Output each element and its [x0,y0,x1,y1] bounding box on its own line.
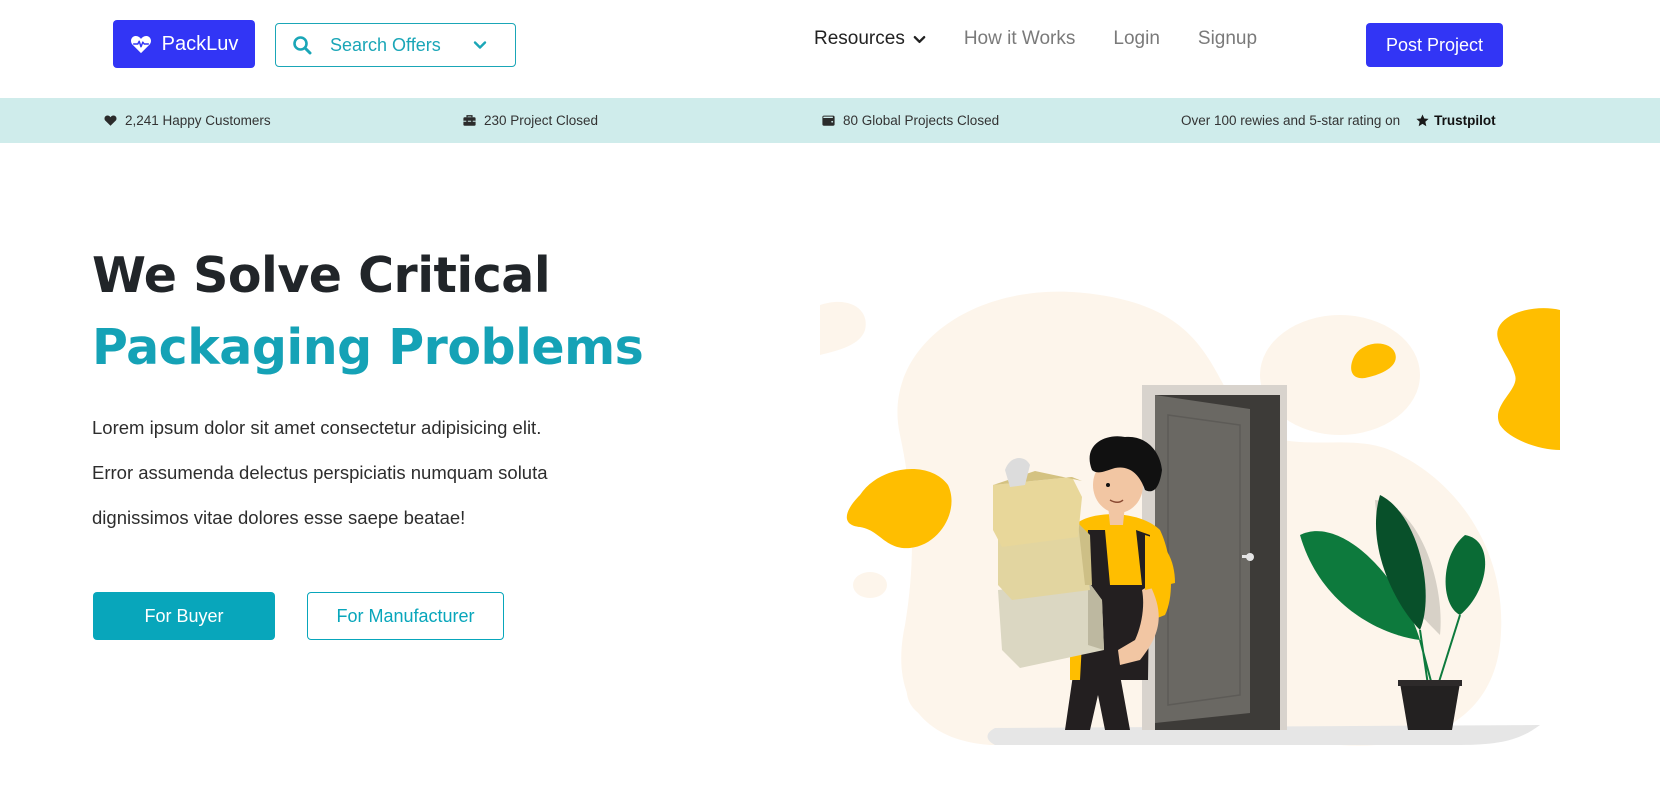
stat-rating-text: Over 100 rewies and 5-star rating on [1181,113,1401,128]
hero-title-line2: Packaging Problems [92,319,644,376]
hero-text-line1: Lorem ipsum dolor sit amet consectetur a… [92,417,542,438]
hero-title: We Solve Critical Packaging Problems [92,240,644,384]
cream-small-blob-left [820,301,866,355]
stat-project-closed-text: 230 Project Closed [484,113,599,128]
person-eye [1106,483,1110,487]
hero-text-line3: dignissimos vitae dolores esse saepe bea… [92,507,466,528]
brand-logo-button[interactable]: PackLuv [113,20,255,68]
delivery-person-illustration [820,291,1560,746]
box-top [993,477,1082,547]
stat-global-projects-text: 80 Global Projects Closed [843,113,1000,128]
stat-happy-customers-text: 2,241 Happy Customers [125,113,271,128]
door-handle [1242,555,1252,558]
post-project-button[interactable]: Post Project [1366,23,1503,67]
stat-trustpilot-rating: Over 100 rewies and 5-star rating on Tru… [1181,98,1496,143]
chevron-down-icon [473,41,487,49]
search-offers-dropdown[interactable]: Search Offers [275,23,516,67]
hero-title-line1: We Solve Critical [92,247,551,304]
nav-signup-link[interactable]: Signup [1198,28,1257,50]
plant-pot [1400,683,1460,730]
heart-pulse-icon [130,35,151,54]
wallet-icon [822,115,835,126]
for-manufacturer-button[interactable]: For Manufacturer [307,592,504,640]
stats-strip: 2,241 Happy Customers 230 Project Closed… [0,98,1660,143]
yellow-blob-right [1497,308,1560,450]
stat-project-closed: 230 Project Closed [463,98,598,143]
top-navbar: PackLuv Search Offers Resources How it W… [0,0,1660,98]
nav-resources-label: Resources [814,28,905,49]
cream-blob-small [853,572,887,598]
stat-global-projects: 80 Global Projects Closed [822,98,999,143]
nav-login-link[interactable]: Login [1113,28,1160,50]
stat-happy-customers: 2,241 Happy Customers [104,98,271,143]
toolbox-icon [463,115,476,126]
search-icon [293,36,312,55]
hero-description: Lorem ipsum dolor sit amet consectetur a… [92,405,652,540]
plant-pot-rim [1398,680,1462,686]
nav-resources-dropdown[interactable]: Resources [814,28,926,50]
for-buyer-button[interactable]: For Buyer [93,592,275,640]
nav-how-it-works-link[interactable]: How it Works [964,28,1076,50]
hero-text-line2: Error assumenda delectus perspiciatis nu… [92,462,548,483]
trustpilot-link[interactable]: Trustpilot [1416,113,1496,128]
star-icon [1416,114,1429,127]
trustpilot-name: Trustpilot [1434,113,1496,128]
main-nav: Resources How it Works Login Signup [814,28,1257,50]
search-offers-label: Search Offers [330,34,441,55]
brand-name: PackLuv [161,32,239,55]
heart-icon [104,115,117,126]
person-neck [1108,505,1125,525]
chevron-down-icon [913,35,926,43]
